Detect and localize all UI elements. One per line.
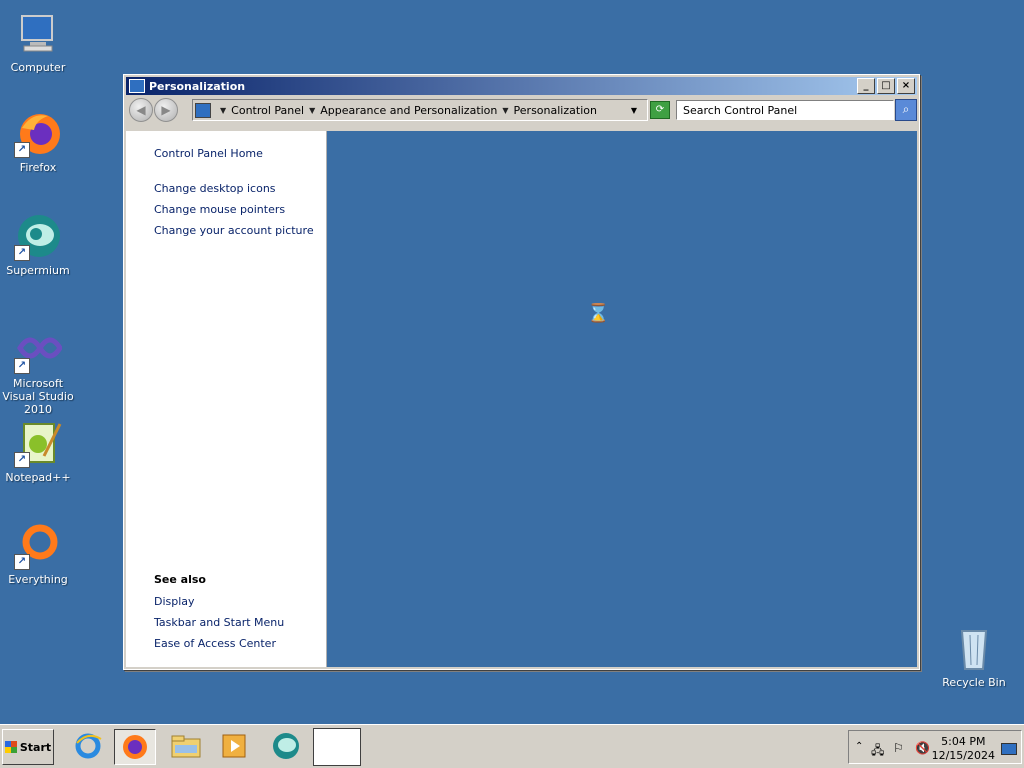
link-taskbar-start-menu[interactable]: Taskbar and Start Menu xyxy=(154,616,284,629)
taskbar-firefox-button[interactable] xyxy=(114,729,156,765)
internet-explorer-icon xyxy=(75,733,102,759)
desktop-icon-recycle-bin[interactable]: Recycle Bin xyxy=(934,625,1014,689)
link-change-desktop-icons[interactable]: Change desktop icons xyxy=(154,182,276,195)
breadcrumb-appearance[interactable]: Appearance and Personalization xyxy=(320,104,497,117)
visual-studio-icon: ↗ xyxy=(14,326,63,374)
supermium-icon: ↗ xyxy=(14,213,62,261)
close-button[interactable]: × xyxy=(897,78,915,94)
breadcrumb-personalization[interactable]: Personalization xyxy=(514,104,597,117)
windows-flag-icon xyxy=(4,741,17,753)
desktop-icon-label: Microsoft Visual Studio 2010 xyxy=(2,377,74,416)
desktop-icon-firefox[interactable]: ↗ Firefox xyxy=(0,110,78,174)
taskbar-supermium-button[interactable] xyxy=(266,729,306,763)
clock-time: 5:04 PM xyxy=(941,735,986,748)
shortcut-arrow-icon: ↗ xyxy=(14,142,30,158)
action-center-flag-icon[interactable]: ⚐ xyxy=(893,741,904,755)
refresh-icon[interactable]: ⟳ xyxy=(650,101,670,119)
network-icon[interactable]: 🖧 xyxy=(871,741,884,762)
taskbar-explorer-button[interactable] xyxy=(166,729,206,763)
taskbar-window-button[interactable] xyxy=(313,728,361,766)
desktop-icon-label: Everything xyxy=(8,573,68,586)
supermium-icon xyxy=(273,733,299,759)
notepad-plus-plus-icon: ↗ xyxy=(14,420,62,468)
link-display[interactable]: Display xyxy=(154,595,195,608)
control-panel-icon xyxy=(129,79,145,93)
control-panel-icon xyxy=(195,102,211,118)
link-control-panel-home[interactable]: Control Panel Home xyxy=(154,147,263,160)
show-hidden-icons-icon[interactable]: ⌃ xyxy=(855,741,863,752)
chevron-down-icon[interactable]: ▼ xyxy=(309,106,315,115)
shortcut-arrow-icon: ↗ xyxy=(14,245,30,261)
everything-search-icon: ↗ xyxy=(14,522,62,570)
forward-button[interactable]: ▶ xyxy=(154,98,178,122)
link-ease-of-access[interactable]: Ease of Access Center xyxy=(154,637,276,650)
folder-icon xyxy=(171,735,201,758)
desktop-icon-label: Computer xyxy=(10,61,66,74)
see-also-heading: See also xyxy=(154,573,206,586)
clock-date: 12/15/2024 xyxy=(931,749,995,762)
chevron-down-icon[interactable]: ▼ xyxy=(220,106,226,115)
breadcrumb-control-panel[interactable]: Control Panel xyxy=(231,104,304,117)
window-content: Control Panel Home Change desktop icons … xyxy=(126,131,917,667)
search-icon[interactable]: ⌕ xyxy=(895,99,917,121)
window-title: Personalization xyxy=(149,79,246,93)
taskbar: Start ⌃ 🖧 ⚐ 🔇 5:04 PM 12/15/2024 xyxy=(0,724,1024,768)
desktop-icon-label: Notepad++ xyxy=(5,471,71,484)
start-label: Start xyxy=(19,740,52,754)
desktop-icon-supermium[interactable]: ↗ Supermium xyxy=(0,213,78,277)
personalization-window: Personalization _ □ × ◀ ▶ ▼ Control Pane… xyxy=(123,74,920,670)
firefox-icon xyxy=(123,735,147,759)
desktop-icon-everything[interactable]: ↗ Everything xyxy=(0,522,78,586)
start-button[interactable]: Start xyxy=(2,729,54,765)
main-pane: ⌛ xyxy=(326,131,917,667)
link-change-account-picture[interactable]: Change your account picture xyxy=(154,224,314,237)
system-tray: ⌃ 🖧 ⚐ 🔇 5:04 PM 12/15/2024 xyxy=(848,730,1022,764)
search-input[interactable]: Search Control Panel xyxy=(676,100,894,120)
minimize-button[interactable]: _ xyxy=(857,78,875,94)
shortcut-arrow-icon: ↗ xyxy=(14,554,30,570)
hourglass-cursor-icon: ⌛ xyxy=(587,303,610,324)
desktop-icon-visual-studio[interactable]: ↗ Microsoft Visual Studio 2010 xyxy=(0,326,78,416)
desktop-icon-notepad-plus-plus[interactable]: ↗ Notepad++ xyxy=(0,420,78,484)
desktop-icon-label: Recycle Bin xyxy=(942,676,1006,689)
taskbar-media-player-button[interactable] xyxy=(214,729,254,763)
chevron-down-icon[interactable]: ▼ xyxy=(502,106,508,115)
shortcut-arrow-icon: ↗ xyxy=(14,452,30,468)
taskbar-ie-button[interactable] xyxy=(68,729,108,763)
window-titlebar[interactable]: Personalization _ □ × xyxy=(126,77,917,95)
clock[interactable]: 5:04 PM 12/15/2024 xyxy=(932,735,995,763)
firefox-icon: ↗ xyxy=(14,110,62,158)
media-player-icon xyxy=(222,734,246,758)
address-dropdown-icon[interactable]: ▼ xyxy=(627,106,641,115)
computer-icon xyxy=(14,10,62,58)
desktop-icon-label: Supermium xyxy=(6,264,70,277)
recycle-bin-icon xyxy=(950,625,998,673)
show-desktop-icon[interactable] xyxy=(1001,743,1017,755)
back-button[interactable]: ◀ xyxy=(129,98,153,122)
navigation-bar: ◀ ▶ ▼ Control Panel ▼ Appearance and Per… xyxy=(126,97,917,123)
desktop-icon-computer[interactable]: Computer xyxy=(0,10,78,74)
desktop-icon-label: Firefox xyxy=(19,161,57,174)
volume-muted-icon[interactable]: 🔇 xyxy=(915,741,930,755)
link-change-mouse-pointers[interactable]: Change mouse pointers xyxy=(154,203,285,216)
address-bar[interactable]: ▼ Control Panel ▼ Appearance and Persona… xyxy=(192,99,648,121)
search-placeholder: Search Control Panel xyxy=(683,103,798,117)
maximize-button[interactable]: □ xyxy=(877,78,895,94)
shortcut-arrow-icon: ↗ xyxy=(14,358,30,374)
task-pane: Control Panel Home Change desktop icons … xyxy=(126,131,326,667)
